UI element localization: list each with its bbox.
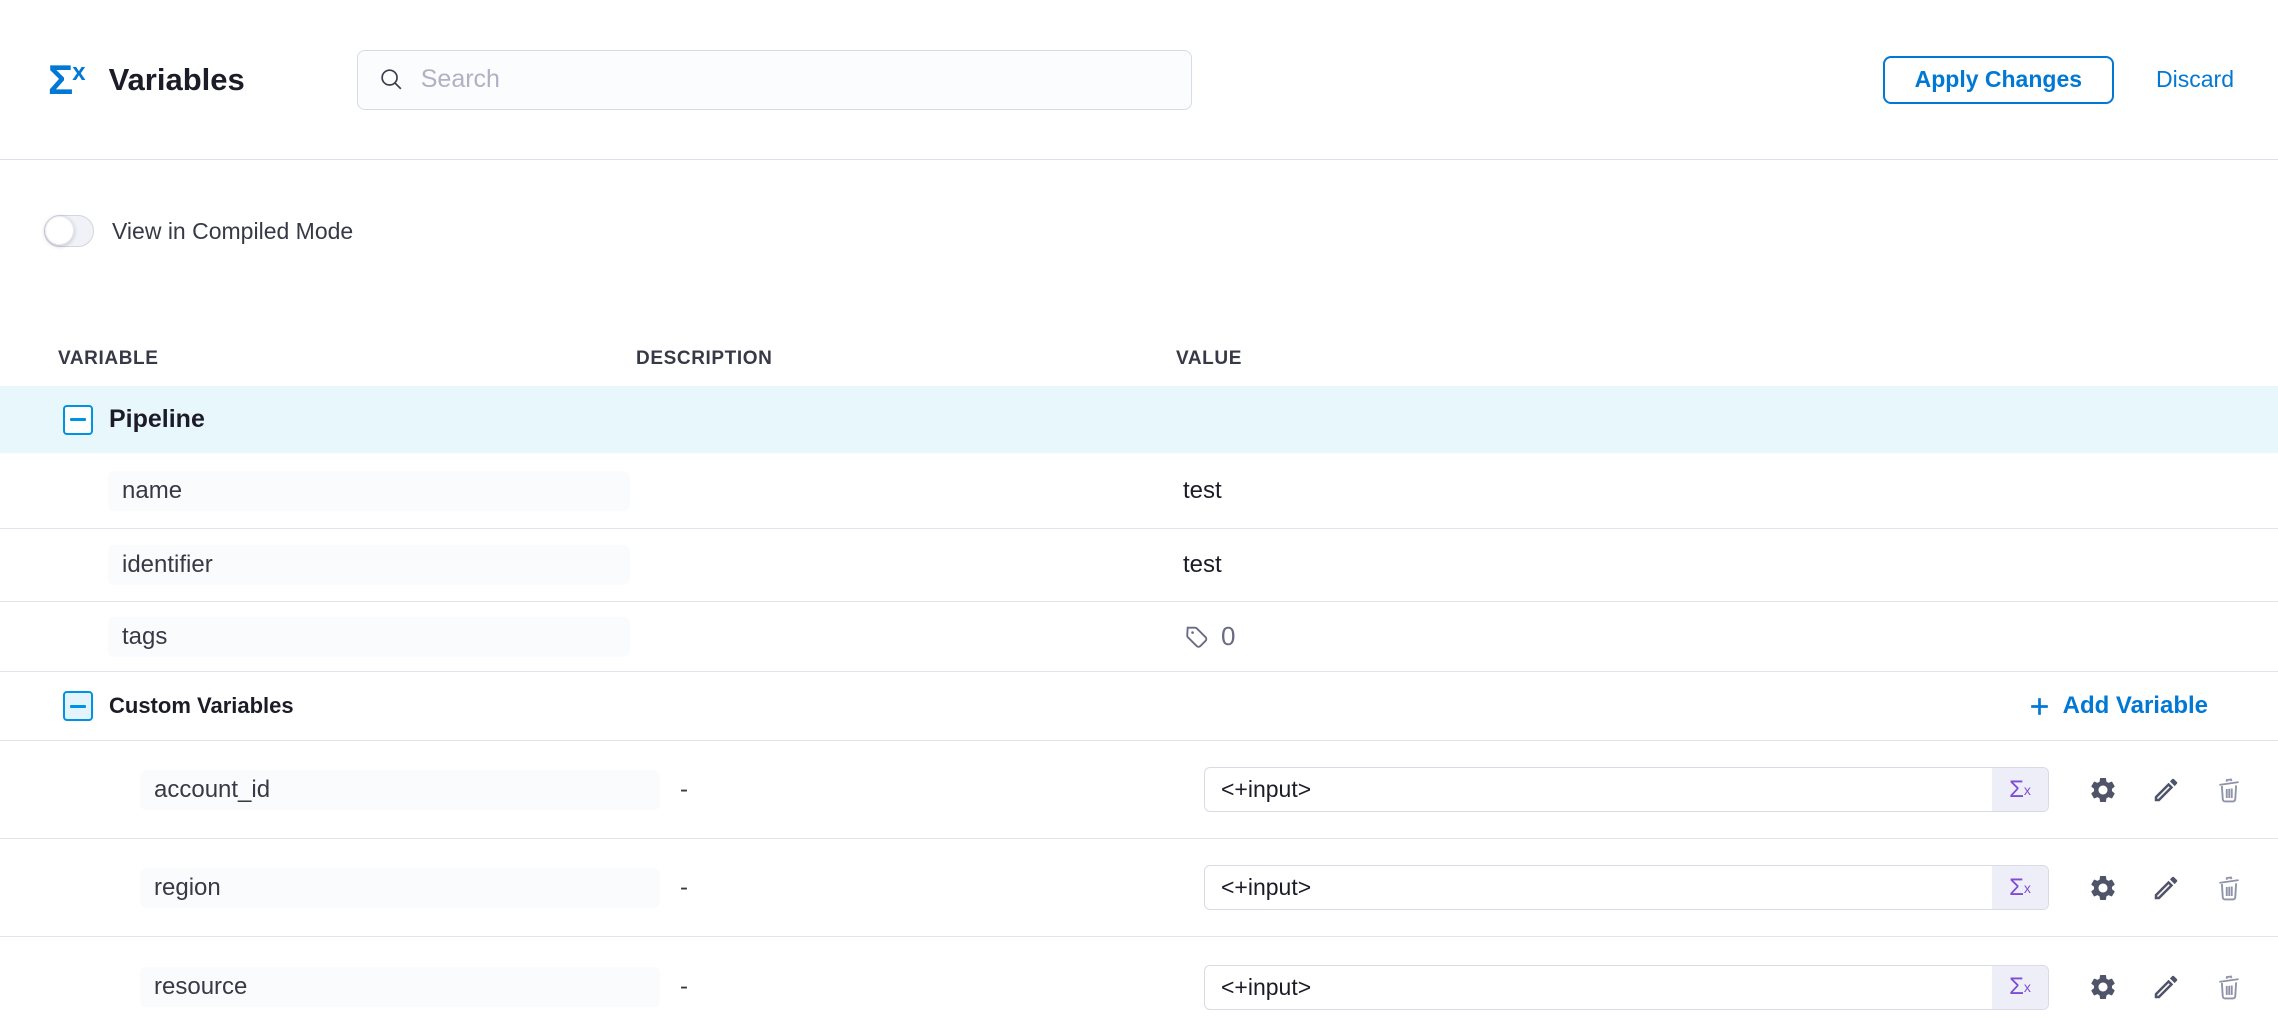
discard-link[interactable]: Discard xyxy=(2156,66,2234,93)
variable-description: - xyxy=(636,776,1176,804)
runtime-input-sigma-badge[interactable]: Σx xyxy=(1992,866,2048,909)
variable-name-strip: identifier xyxy=(108,545,630,585)
trash-icon xyxy=(2214,972,2244,1002)
variable-delete-button[interactable] xyxy=(2214,775,2244,805)
runtime-input-sigma-badge[interactable]: Σx xyxy=(1992,966,2048,1009)
row-actions xyxy=(2088,775,2244,805)
variable-name: region xyxy=(154,874,221,902)
variable-settings-button[interactable] xyxy=(2088,775,2118,805)
table-row-tags: tags 0 xyxy=(0,602,2278,672)
row-actions xyxy=(2088,972,2244,1002)
compiled-mode-row: View in Compiled Mode xyxy=(44,215,2278,247)
table-header-row: VARIABLE DESCRIPTION VALUE xyxy=(0,331,2278,386)
search-input[interactable] xyxy=(421,65,1171,94)
table-row-account-id: account_id - Σx xyxy=(0,741,2278,839)
runtime-input-sigma-badge[interactable]: Σx xyxy=(1992,768,2048,811)
variables-panel: Σx Variables Apply Changes Discard View … xyxy=(0,0,2278,1036)
runtime-input-box: Σx xyxy=(1204,965,2049,1010)
variable-value: test xyxy=(1183,477,1222,505)
group-row-pipeline: Pipeline xyxy=(0,386,2278,453)
variable-name: name xyxy=(122,477,182,505)
tag-icon xyxy=(1183,623,1211,651)
variable-edit-button[interactable] xyxy=(2151,775,2181,805)
add-variable-button[interactable]: Add Variable xyxy=(2027,692,2208,720)
variable-description: - xyxy=(636,973,1176,1001)
variable-name: tags xyxy=(122,623,167,651)
variable-name-strip: region xyxy=(140,868,660,908)
search-icon xyxy=(378,66,405,93)
minus-icon xyxy=(70,418,86,421)
minus-icon xyxy=(70,705,86,708)
variable-name-strip: name xyxy=(108,471,630,511)
sigma-x-icon: Σx xyxy=(48,59,85,101)
variable-value: test xyxy=(1183,551,1222,579)
pencil-icon xyxy=(2151,972,2181,1002)
page-title: Variables xyxy=(109,62,245,98)
variable-name-strip: account_id xyxy=(140,770,660,810)
variable-delete-button[interactable] xyxy=(2214,873,2244,903)
collapse-pipeline-icon[interactable] xyxy=(63,405,93,435)
trash-icon xyxy=(2214,873,2244,903)
column-header-variable: VARIABLE xyxy=(58,348,636,370)
search-box xyxy=(357,50,1192,110)
gear-icon xyxy=(2088,873,2118,903)
runtime-input-box: Σx xyxy=(1204,767,2049,812)
compiled-mode-toggle[interactable] xyxy=(44,215,94,247)
row-actions xyxy=(2088,873,2244,903)
variable-settings-button[interactable] xyxy=(2088,873,2118,903)
variable-edit-button[interactable] xyxy=(2151,873,2181,903)
variable-name: resource xyxy=(154,973,247,1001)
pencil-icon xyxy=(2151,775,2181,805)
variable-value-input[interactable] xyxy=(1205,966,1992,1009)
trash-icon xyxy=(2214,775,2244,805)
add-variable-label: Add Variable xyxy=(2063,692,2208,720)
variable-edit-button[interactable] xyxy=(2151,972,2181,1002)
tags-value: 0 xyxy=(1183,621,1235,652)
variable-description: - xyxy=(636,874,1176,902)
table-row-identifier: identifier test xyxy=(0,529,2278,602)
column-header-value: VALUE xyxy=(1176,348,2240,370)
column-header-description: DESCRIPTION xyxy=(636,348,1176,370)
panel-header: Σx Variables Apply Changes Discard xyxy=(0,0,2278,160)
variables-table: VARIABLE DESCRIPTION VALUE Pipeline name… xyxy=(0,331,2278,1036)
table-row-name: name test xyxy=(0,453,2278,529)
variable-settings-button[interactable] xyxy=(2088,972,2118,1002)
variable-value-input[interactable] xyxy=(1205,866,1992,909)
compiled-mode-label: View in Compiled Mode xyxy=(112,218,353,245)
pencil-icon xyxy=(2151,873,2181,903)
tags-count: 0 xyxy=(1221,621,1235,652)
variable-value-input[interactable] xyxy=(1205,768,1992,811)
variable-name-strip: tags xyxy=(108,617,630,657)
group-label-custom-variables: Custom Variables xyxy=(109,693,294,719)
group-row-custom-variables: Custom Variables Add Variable xyxy=(0,672,2278,741)
variable-name: account_id xyxy=(154,776,270,804)
runtime-input-box: Σx xyxy=(1204,865,2049,910)
gear-icon xyxy=(2088,972,2118,1002)
header-actions: Apply Changes Discard xyxy=(1883,56,2234,104)
collapse-custom-variables-icon[interactable] xyxy=(63,691,93,721)
variable-name-strip: resource xyxy=(140,967,660,1007)
gear-icon xyxy=(2088,775,2118,805)
table-row-resource: resource - Σx xyxy=(0,937,2278,1036)
variable-delete-button[interactable] xyxy=(2214,972,2244,1002)
toggle-knob-icon xyxy=(45,216,74,245)
table-row-region: region - Σx xyxy=(0,839,2278,937)
apply-changes-button[interactable]: Apply Changes xyxy=(1883,56,2114,104)
plus-icon xyxy=(2027,694,2052,719)
group-label-pipeline: Pipeline xyxy=(109,405,205,434)
variable-name: identifier xyxy=(122,551,213,579)
